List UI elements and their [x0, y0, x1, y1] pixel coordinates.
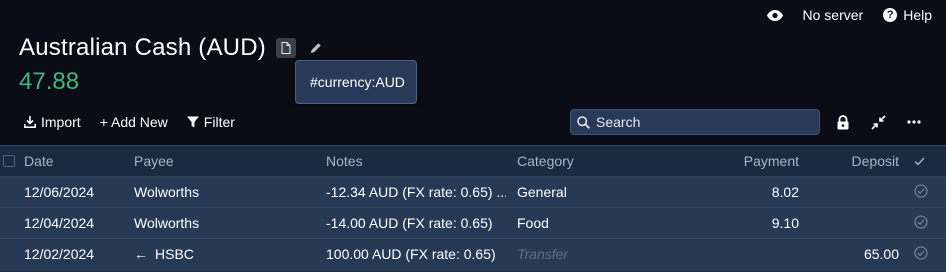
filter-icon — [186, 116, 199, 128]
cell-date[interactable]: 12/06/2024 — [24, 184, 94, 200]
table-row[interactable]: 12/02/2024 ← HSBC 100.00 AUD (FX rate: 0.… — [0, 239, 946, 270]
cell-category[interactable]: General — [517, 184, 567, 200]
cell-date[interactable]: 12/02/2024 — [24, 246, 94, 262]
payee-name: HSBC — [155, 246, 194, 262]
eye-icon — [766, 9, 783, 21]
server-label: No server — [802, 7, 864, 23]
lock-button[interactable] — [836, 112, 850, 132]
cell-payment[interactable]: 9.10 — [700, 215, 799, 231]
filter-button[interactable]: Filter — [186, 114, 235, 130]
account-title: Australian Cash (AUD) — [19, 34, 266, 61]
select-all-checkbox[interactable] — [3, 155, 17, 167]
table-header: Date Payee Notes Category Payment Deposi… — [0, 145, 946, 177]
account-balance: 47.88 — [19, 68, 80, 95]
cell-payment[interactable]: 8.02 — [700, 184, 799, 200]
download-icon — [24, 116, 36, 128]
help-icon: ? — [883, 8, 898, 22]
transfer-arrow-icon: ← — [134, 246, 148, 262]
cell-notes[interactable]: -14.00 AUD (FX rate: 0.65) — [326, 215, 506, 231]
cell-payee[interactable]: Wolworths — [134, 215, 199, 231]
more-icon — [907, 120, 921, 124]
import-label: Import — [41, 114, 81, 130]
import-button[interactable]: Import — [24, 114, 81, 130]
header-payee[interactable]: Payee — [134, 153, 174, 169]
transactions-table: Date Payee Notes Category Payment Deposi… — [0, 145, 946, 272]
cell-deposit[interactable]: 65.00 — [800, 246, 899, 262]
filter-label: Filter — [203, 114, 235, 130]
table-row[interactable]: 12/04/2024 Wolworths -14.00 AUD (FX rate… — [0, 208, 946, 239]
search-input[interactable] — [596, 114, 806, 130]
tooltip-text: #currency:AUD — [310, 74, 405, 90]
table-row[interactable]: 12/06/2024 Wolworths -12.34 AUD (FX rate… — [0, 177, 946, 208]
cell-date[interactable]: 12/04/2024 — [24, 215, 94, 231]
help-label: Help — [903, 7, 932, 23]
cleared-toggle[interactable] — [914, 245, 932, 263]
cell-notes[interactable]: 100.00 AUD (FX rate: 0.65) — [326, 246, 506, 262]
cell-category[interactable]: Transfer — [517, 246, 568, 262]
lock-icon — [837, 114, 849, 129]
document-icon — [281, 42, 291, 54]
privacy-toggle[interactable] — [766, 9, 783, 21]
more-options-button[interactable] — [907, 112, 921, 132]
header-payment[interactable]: Payment — [700, 153, 799, 169]
header-category[interactable]: Category — [517, 153, 574, 169]
help-button[interactable]: ? Help — [883, 7, 932, 23]
check-circle-icon — [914, 214, 928, 229]
cleared-toggle[interactable] — [914, 214, 932, 232]
cell-payee[interactable]: Wolworths — [134, 184, 199, 200]
cell-notes[interactable]: -12.34 AUD (FX rate: 0.65) ... — [326, 184, 506, 200]
header-date[interactable]: Date — [24, 153, 54, 169]
top-bar: No server ? Help — [766, 0, 946, 30]
check-circle-icon — [914, 183, 928, 198]
add-new-button[interactable]: + Add New — [100, 114, 168, 130]
cell-payee[interactable]: ← HSBC — [134, 246, 194, 262]
edit-name-button[interactable] — [310, 42, 322, 54]
check-circle-icon — [914, 245, 928, 260]
account-header: Australian Cash (AUD) — [19, 34, 322, 62]
collapse-icon — [871, 114, 886, 130]
notes-tooltip: #currency:AUD — [295, 60, 417, 104]
check-icon — [914, 157, 925, 166]
header-cleared[interactable] — [914, 153, 932, 169]
cell-category[interactable]: Food — [517, 215, 549, 231]
collapse-button[interactable] — [871, 112, 886, 132]
notes-button[interactable] — [275, 38, 296, 58]
cleared-toggle[interactable] — [914, 183, 932, 201]
add-new-label: + Add New — [99, 114, 168, 130]
server-status[interactable]: No server — [803, 7, 864, 23]
search-icon — [577, 115, 590, 129]
pencil-icon — [310, 43, 321, 53]
header-notes[interactable]: Notes — [326, 153, 506, 169]
search-box[interactable] — [570, 109, 820, 135]
header-deposit[interactable]: Deposit — [800, 153, 899, 169]
